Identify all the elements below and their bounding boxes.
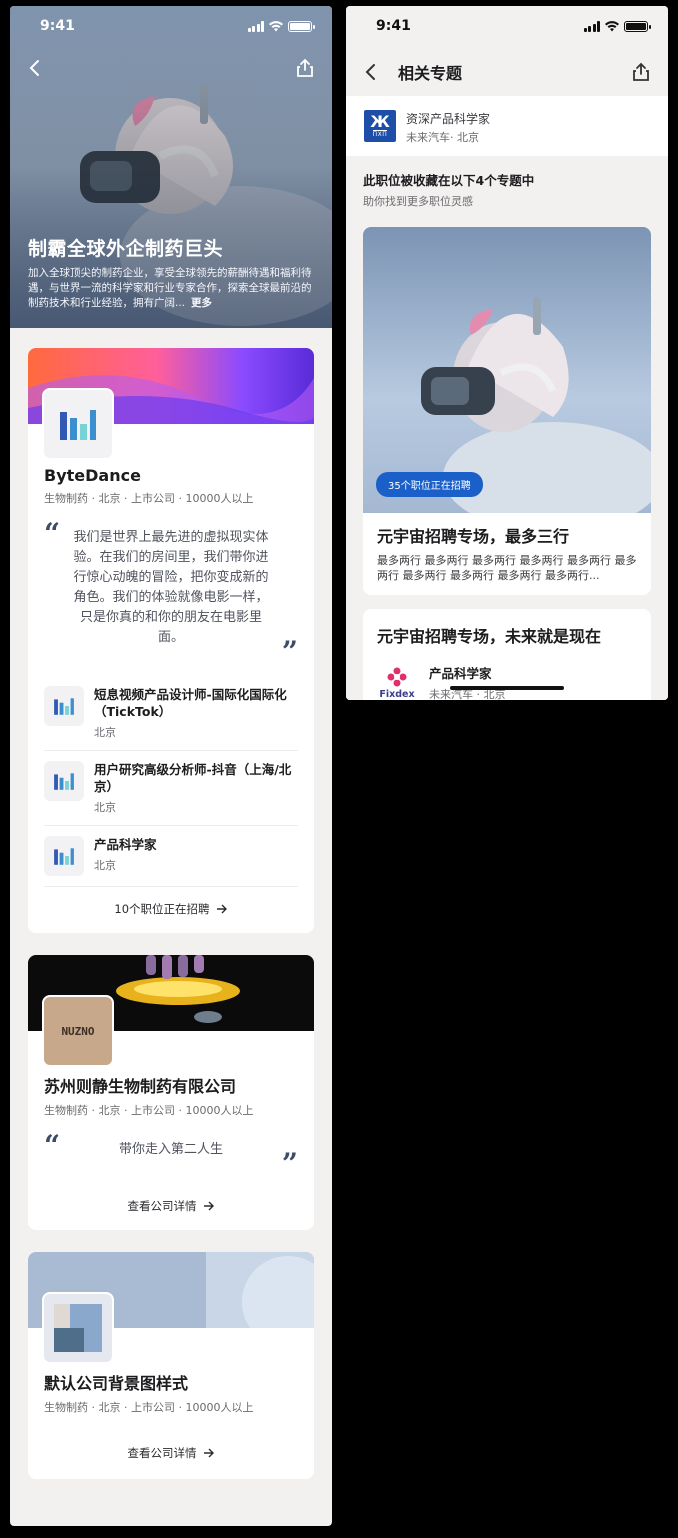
company-logo: Fixdex	[377, 663, 417, 700]
status-bar: 9:41	[10, 6, 332, 46]
company-logo	[42, 1292, 114, 1364]
job-item[interactable]: 短息视频产品设计师-国际化国际化（TickTok） 北京	[44, 676, 298, 751]
fixdex-logo-icon	[387, 667, 407, 686]
company-detail-link[interactable]: 查看公司详情	[28, 1178, 314, 1230]
company-card[interactable]: ByteDance 生物制药 · 北京 · 上市公司 · 10000人以上 “ …	[28, 348, 314, 933]
job-item[interactable]: 产品科学家 北京	[44, 826, 298, 887]
status-time: 9:41	[376, 18, 411, 34]
arrow-right-icon	[203, 1201, 214, 1211]
company-quote: “ 我们是世界上最先进的虚拟现实体验。在我们的房间里，我们带你进行惊心动魄的冒险…	[44, 520, 298, 666]
hero-title: 制霸全球外企制药巨头	[28, 238, 224, 260]
more-link[interactable]: 更多	[191, 297, 212, 309]
section-title: 此职位被收藏在以下4个专题中	[363, 173, 535, 188]
arrow-right-icon	[216, 904, 227, 914]
hero-description: 加入全球顶尖的制药企业，享受全球领先的薪酬待遇和福利待遇，与世界一流的科学家和行…	[28, 267, 312, 309]
hiring-count-badge: 35个职位正在招聘	[376, 472, 483, 497]
open-quote-icon: “	[44, 1129, 61, 1162]
arrow-right-icon	[203, 1448, 214, 1458]
job-title: 短息视频产品设计师-国际化国际化（TickTok）	[94, 687, 287, 719]
topic-description: 最多两行 最多两行 最多两行 最多两行 最多两行 最多两行 最多两行 最多两行 …	[377, 554, 637, 582]
close-quote-icon: ”	[281, 1147, 298, 1180]
right-phone-screen: 9:41 相关专题 Ж ΠXΠ 资深产品科学家 未来汽车· 北京 此职位被收藏在…	[346, 6, 668, 700]
job-title: 产品科学家	[94, 837, 157, 852]
back-icon[interactable]	[28, 58, 42, 78]
company-card[interactable]: NUZNO 苏州则静生物制药有限公司 生物制药 · 北京 · 上市公司 · 10…	[28, 955, 314, 1230]
company-name: 默认公司背景图样式	[44, 1374, 189, 1393]
jobs-hiring-link[interactable]: 10个职位正在招聘	[28, 887, 314, 933]
job-list: 短息视频产品设计师-国际化国际化（TickTok） 北京 用户研究高级分析师-抖…	[44, 676, 298, 887]
topic-title: 元宇宙招聘专场，未来就是现在	[377, 627, 602, 646]
topic-hero: 9:41 制霸全球外企制药巨头 加入全球顶尖的制药企业，享受全球领先的薪酬待遇和…	[10, 6, 332, 328]
bytedance-logo-icon	[54, 848, 74, 865]
bytedance-logo-icon	[60, 410, 96, 440]
battery-icon	[624, 20, 651, 32]
default-logo-icon	[54, 1304, 102, 1352]
svg-text:NUZNO: NUZNO	[61, 1025, 94, 1038]
job-summary[interactable]: Ж ΠXΠ 资深产品科学家 未来汽车· 北京	[346, 96, 668, 157]
status-bar: 9:41	[346, 6, 668, 46]
quote-text: 带你走入第二人生	[118, 1142, 223, 1157]
hero-nav	[10, 58, 332, 78]
company-logo	[42, 388, 114, 460]
share-icon[interactable]	[632, 62, 650, 82]
share-icon[interactable]	[296, 58, 314, 78]
job-location: 北京	[94, 859, 116, 872]
home-indicator	[450, 686, 564, 690]
job-location: 北京	[94, 801, 116, 814]
company-detail-link[interactable]: 查看公司详情	[28, 1415, 314, 1479]
close-quote-icon: ”	[281, 635, 298, 668]
wifi-icon	[269, 20, 283, 31]
job-location: 北京	[94, 726, 116, 739]
top-nav: 相关专题	[346, 54, 668, 90]
battery-icon	[288, 20, 315, 32]
job-title: 产品科学家	[429, 666, 492, 681]
company-meta: 生物制药 · 北京 · 上市公司 · 10000人以上	[44, 1401, 254, 1414]
company-meta: 生物制药 · 北京 · 上市公司 · 10000人以上	[44, 492, 254, 505]
job-company: 未来汽车· 北京	[406, 131, 479, 144]
company-list: ByteDance 生物制药 · 北京 · 上市公司 · 10000人以上 “ …	[10, 326, 332, 1501]
company-meta: 生物制药 · 北京 · 上市公司 · 10000人以上	[44, 1104, 254, 1117]
topic-title: 元宇宙招聘专场，最多三行	[377, 527, 570, 546]
topics-section: 此职位被收藏在以下4个专题中 助你找到更多职位灵感 35个职位正在招聘 元宇宙招…	[346, 156, 668, 700]
topic-job-item[interactable]: Fixdex 产品科学家 未来汽车 · 北京	[377, 663, 637, 700]
bytedance-logo-icon	[54, 698, 74, 715]
company-card[interactable]: 默认公司背景图样式 生物制药 · 北京 · 上市公司 · 10000人以上 查看…	[28, 1252, 314, 1479]
topic-image: 35个职位正在招聘	[363, 227, 651, 513]
back-icon[interactable]	[364, 62, 378, 82]
job-title: 资深产品科学家	[406, 112, 491, 126]
job-logo	[44, 836, 84, 876]
quote-text: 我们是世界上最先进的虚拟现实体验。在我们的房间里，我们带你进行惊心动魄的冒险，把…	[73, 530, 269, 645]
page-title: 相关专题	[398, 64, 463, 83]
job-logo	[44, 686, 84, 726]
job-title: 用户研究高级分析师-抖音（上海/北京）	[94, 762, 292, 794]
company-name: 苏州则静生物制药有限公司	[44, 1077, 237, 1096]
company-logo: NUZNO	[42, 995, 114, 1067]
wifi-icon	[605, 20, 619, 31]
status-time: 9:41	[40, 18, 75, 34]
company-name: ByteDance	[44, 466, 141, 485]
section-subtitle: 助你找到更多职位灵感	[363, 195, 473, 208]
cellular-signal-icon	[247, 20, 264, 32]
bytedance-logo-icon	[54, 773, 74, 790]
left-phone-screen: 9:41 制霸全球外企制药巨头 加入全球顶尖的制药企业，享受全球领先的薪酬待遇和…	[10, 6, 332, 1526]
topic-photo	[363, 227, 651, 513]
open-quote-icon: “	[44, 517, 61, 550]
nuzno-logo-icon: NUZNO	[61, 1025, 94, 1038]
cellular-signal-icon	[583, 20, 600, 32]
company-quote: “ 带你走入第二人生 ”	[44, 1132, 298, 1178]
topic-card[interactable]: 35个职位正在招聘 元宇宙招聘专场，最多三行 最多两行 最多两行 最多两行 最多…	[363, 227, 651, 595]
company-logo: Ж ΠXΠ	[364, 110, 396, 142]
job-item[interactable]: 用户研究高级分析师-抖音（上海/北京） 北京	[44, 751, 298, 826]
job-logo	[44, 761, 84, 801]
